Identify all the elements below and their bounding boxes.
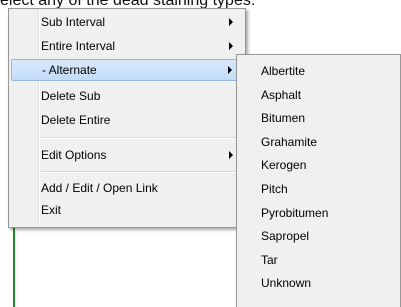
submenu-arrow-icon xyxy=(228,66,232,74)
green-divider-line xyxy=(13,226,15,307)
menu-item-label: Entire Interval xyxy=(41,39,116,53)
submenu-item-kerogen[interactable]: Kerogen xyxy=(261,154,306,176)
menu-separator xyxy=(41,137,241,139)
menu-item-delete-entire[interactable]: Delete Entire xyxy=(11,109,243,131)
menu-item-label: Add / Edit / Open Link xyxy=(41,181,158,195)
menu-item-exit[interactable]: Exit xyxy=(11,199,243,221)
submenu-item-grahamite[interactable]: Grahamite xyxy=(261,131,317,153)
menu-item-label: Exit xyxy=(41,203,62,217)
submenu-arrow-icon xyxy=(229,151,233,159)
submenu-item-asphalt[interactable]: Asphalt xyxy=(261,84,301,106)
submenu-item-bitumen[interactable]: Bitumen xyxy=(261,107,305,129)
submenu-item-albertite[interactable]: Albertite xyxy=(261,60,305,82)
menu-separator xyxy=(41,171,241,173)
menu-item-label: Delete Sub xyxy=(41,89,101,103)
menu-item-label: - Alternate xyxy=(42,63,97,77)
menu-item-label: Delete Entire xyxy=(41,113,111,127)
menu-item-label: Edit Options xyxy=(41,148,107,162)
menu-item-sub-interval[interactable]: Sub Interval xyxy=(11,11,243,33)
menu-item-add-edit-open-link[interactable]: Add / Edit / Open Link xyxy=(11,177,243,199)
submenu-arrow-icon xyxy=(229,42,233,50)
screenshot-area: elect any of the dead staining types: Su… xyxy=(0,0,401,307)
submenu-arrow-icon xyxy=(229,18,233,26)
submenu-item-pyrobitumen[interactable]: Pyrobitumen xyxy=(261,202,328,224)
menu-item-label: Sub Interval xyxy=(41,15,106,29)
menu-item-delete-sub[interactable]: Delete Sub xyxy=(11,85,243,107)
submenu-item-unknown[interactable]: Unknown xyxy=(261,272,311,294)
menu-item-entire-interval[interactable]: Entire Interval xyxy=(11,35,243,57)
submenu-item-sapropel[interactable]: Sapropel xyxy=(261,225,309,247)
submenu-item-tar[interactable]: Tar xyxy=(261,249,278,271)
alternate-submenu: Albertite Asphalt Bitumen Grahamite Kero… xyxy=(236,54,401,307)
menu-item-alternate[interactable]: - Alternate xyxy=(11,59,243,81)
submenu-item-pitch[interactable]: Pitch xyxy=(261,178,288,200)
context-menu: Sub Interval Entire Interval - Alternate… xyxy=(8,8,246,228)
menu-item-edit-options[interactable]: Edit Options xyxy=(11,144,243,166)
